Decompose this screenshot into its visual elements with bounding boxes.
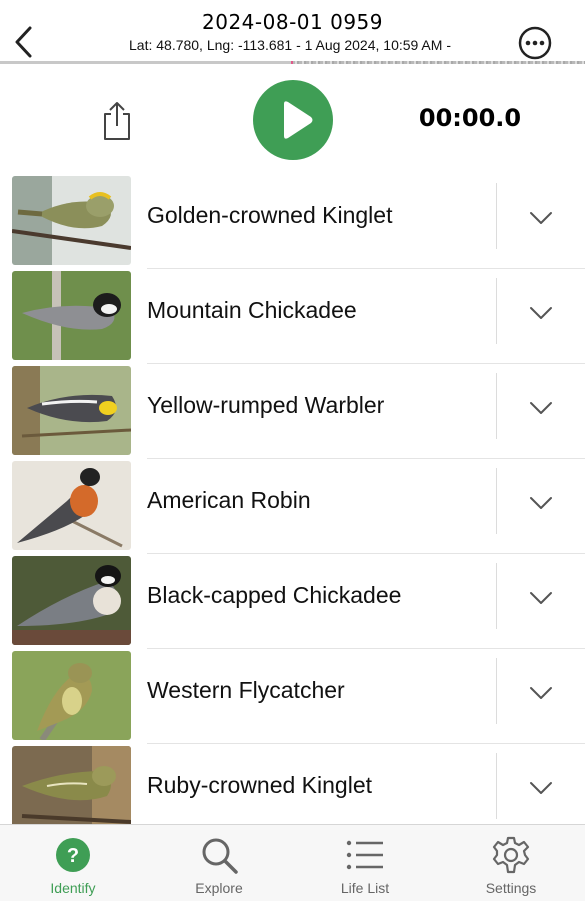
chevron-down-icon	[530, 497, 552, 509]
bird-photo	[12, 556, 131, 645]
spectrogram-signal	[292, 61, 585, 64]
top-bar: 2024-08-01 0959 Lat: 48.780, Lng: -113.6…	[0, 0, 585, 64]
expand-button[interactable]	[518, 770, 564, 806]
list-item[interactable]: American Robin	[0, 460, 585, 555]
play-button[interactable]	[253, 80, 333, 160]
divider	[496, 753, 497, 819]
chevron-down-icon	[530, 402, 552, 414]
row-separator	[147, 363, 585, 364]
bird-name: Yellow-rumped Warbler	[147, 392, 385, 418]
tab-explore[interactable]: Explore	[146, 825, 292, 901]
bird-name: Ruby-crowned Kinglet	[147, 772, 373, 798]
chevron-down-icon	[530, 592, 552, 604]
expand-button[interactable]	[518, 200, 564, 236]
list-item[interactable]: Ruby-crowned Kinglet	[0, 745, 585, 825]
row-separator	[147, 268, 585, 269]
expand-button[interactable]	[518, 295, 564, 331]
ellipsis-circle-icon	[518, 26, 552, 60]
tab-settings[interactable]: Settings	[438, 825, 584, 901]
list-item[interactable]: Golden-crowned Kinglet	[0, 175, 585, 270]
playhead-marker	[291, 61, 293, 64]
tab-label: Identify	[50, 880, 96, 896]
play-icon	[284, 101, 313, 139]
bird-photo	[12, 746, 131, 825]
row-separator	[147, 458, 585, 459]
tab-identify[interactable]: ? Identify	[0, 825, 146, 901]
question-circle-icon: ?	[56, 838, 90, 872]
divider	[496, 183, 497, 249]
divider	[496, 563, 497, 629]
row-separator	[147, 743, 585, 744]
bird-photo	[12, 176, 131, 265]
more-options-button[interactable]	[518, 26, 552, 60]
share-icon	[104, 102, 130, 140]
divider	[496, 373, 497, 439]
tab-label: Life List	[340, 880, 390, 896]
tab-bar: ? Identify Explore Life List Settings	[0, 824, 585, 901]
expand-button[interactable]	[518, 580, 564, 616]
bird-photo	[12, 651, 131, 740]
bird-photo	[12, 461, 131, 550]
bird-name: Golden-crowned Kinglet	[147, 202, 393, 228]
bird-name: American Robin	[147, 487, 311, 513]
chevron-down-icon	[530, 307, 552, 319]
spectrogram-strip	[0, 61, 585, 64]
divider	[496, 278, 497, 344]
share-button[interactable]	[100, 100, 134, 142]
divider	[496, 468, 497, 534]
expand-button[interactable]	[518, 390, 564, 426]
tab-life-list[interactable]: Life List	[292, 825, 438, 901]
expand-button[interactable]	[518, 485, 564, 521]
tab-label: Settings	[485, 880, 537, 896]
bird-results-list: Golden-crowned Kinglet Mountain Chickade…	[0, 175, 585, 825]
expand-button[interactable]	[518, 675, 564, 711]
list-item[interactable]: Mountain Chickadee	[0, 270, 585, 365]
row-separator	[147, 553, 585, 554]
list-item[interactable]: Black-capped Chickadee	[0, 555, 585, 650]
chevron-down-icon	[530, 687, 552, 699]
row-separator	[147, 648, 585, 649]
list-icon	[346, 840, 383, 870]
list-item[interactable]: Yellow-rumped Warbler	[0, 365, 585, 460]
search-icon	[202, 838, 238, 874]
bird-name: Western Flycatcher	[147, 677, 345, 703]
bird-photo	[12, 271, 131, 360]
tab-label: Explore	[195, 880, 243, 896]
recording-location-subtitle: Lat: 48.780, Lng: -113.681 - 1 Aug 2024,…	[129, 37, 451, 53]
bird-name: Black-capped Chickadee	[147, 582, 402, 608]
bird-name: Mountain Chickadee	[147, 297, 357, 323]
chevron-down-icon	[530, 782, 552, 794]
playback-timer: 00:00.0	[418, 104, 522, 132]
chevron-down-icon	[530, 212, 552, 224]
list-item[interactable]: Western Flycatcher	[0, 650, 585, 745]
divider	[496, 658, 497, 724]
svg-text:?: ?	[67, 845, 79, 867]
bird-photo	[12, 366, 131, 455]
gear-icon	[492, 836, 530, 874]
recording-title: 2024-08-01 0959	[202, 10, 383, 34]
